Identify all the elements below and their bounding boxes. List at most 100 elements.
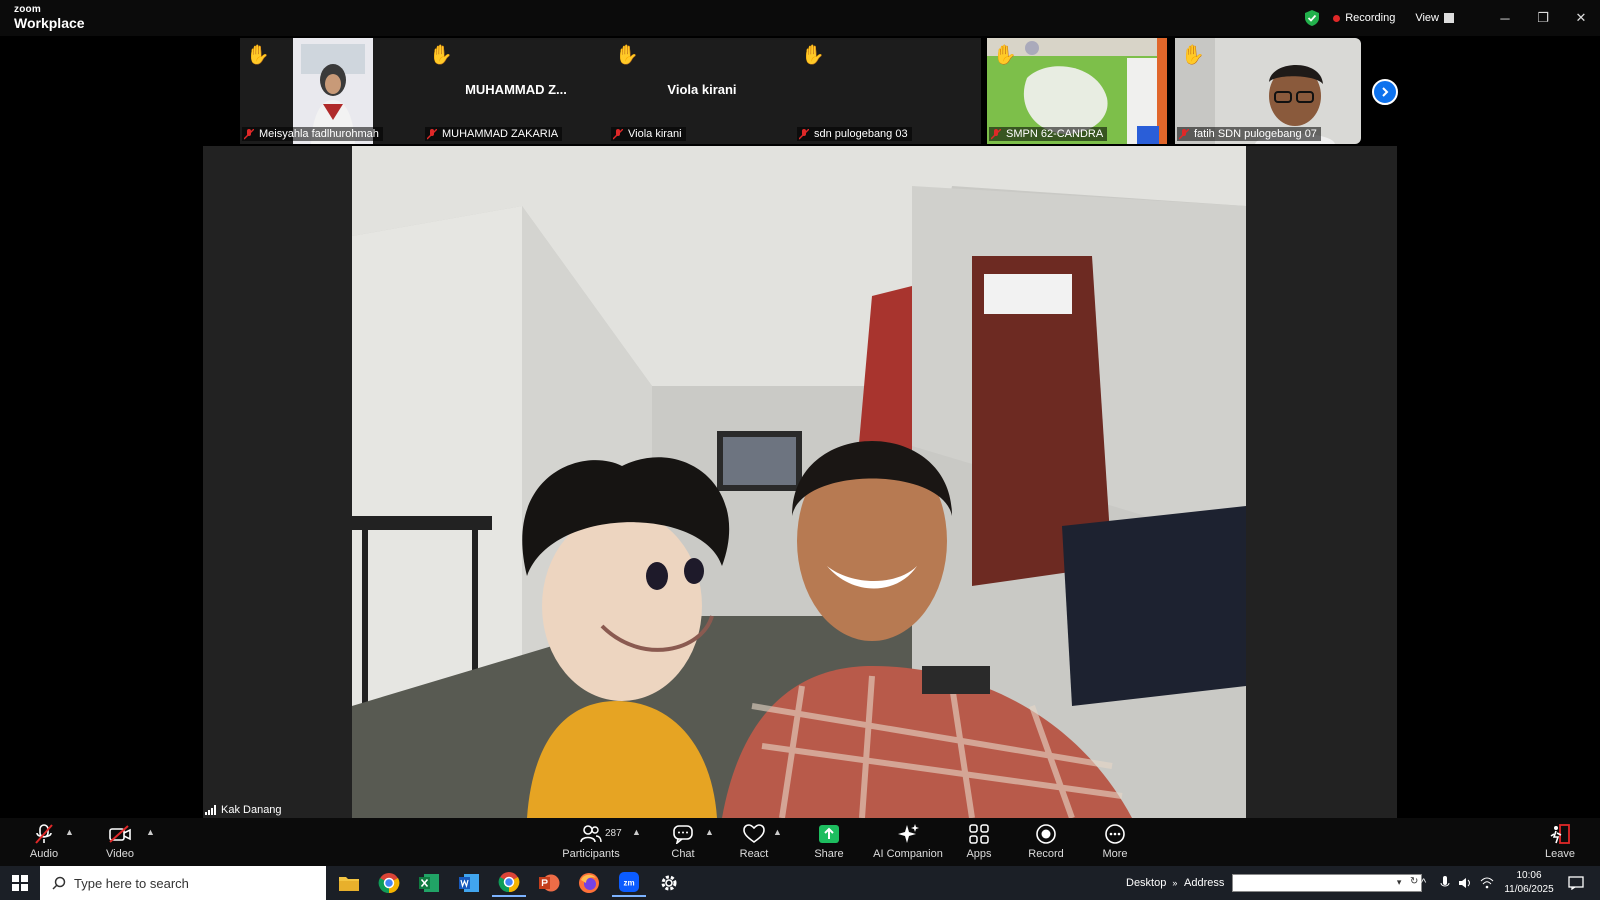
address-label: Address: [1184, 877, 1225, 889]
windows-taskbar: Type here to search zm Desktop » Address…: [0, 866, 1600, 900]
svg-text:zm: zm: [623, 879, 634, 888]
participants-options-chevron-up-icon[interactable]: ▲: [632, 827, 641, 837]
participant-tile-meisyahla[interactable]: ✋ Meisyahla fadlhurohmah: [240, 38, 426, 144]
participant-name: fatih SDN pulogebang 07: [1194, 128, 1317, 140]
address-input[interactable]: ▾ ↻: [1232, 874, 1423, 892]
next-page-chevron-right-icon[interactable]: [1372, 79, 1398, 105]
audio-options-chevron-up-icon[interactable]: ▲: [65, 827, 74, 837]
participant-tile-sdn-pulogebang-03[interactable]: ✋ sdn pulogebang 03: [795, 38, 981, 144]
participant-display-name: Viola kirani: [667, 82, 737, 97]
chat-label: Chat: [671, 848, 695, 860]
recording-indicator[interactable]: Recording: [1345, 12, 1395, 24]
audio-button[interactable]: Audio: [26, 822, 62, 864]
more-button[interactable]: More: [1100, 822, 1130, 864]
leave-label: Leave: [1545, 848, 1575, 860]
participants-count: 287: [605, 828, 622, 839]
address-dropdown-chevron-down-icon[interactable]: ▾: [1397, 877, 1402, 888]
leave-button[interactable]: Leave: [1543, 822, 1577, 864]
chat-options-chevron-up-icon[interactable]: ▲: [705, 827, 714, 837]
network-wifi-icon[interactable]: [1480, 866, 1494, 900]
microphone-tray-icon[interactable]: [1440, 866, 1450, 900]
firefox-icon[interactable]: [572, 869, 606, 897]
minimize-button[interactable]: ─: [1486, 0, 1524, 36]
raised-hand-icon: ✋: [429, 45, 453, 66]
heart-react-icon: [743, 824, 765, 843]
participant-name: Meisyahla fadlhurohmah: [259, 128, 379, 140]
address-toolbar: Address ▾ ↻: [1184, 866, 1423, 900]
logo-small-text: zoom: [14, 4, 41, 15]
participants-label: Participants: [562, 848, 620, 860]
view-button[interactable]: View: [1415, 12, 1439, 24]
video-options-chevron-up-icon[interactable]: ▲: [146, 827, 155, 837]
show-hidden-icons-chevron-up-icon[interactable]: ^: [1421, 866, 1426, 900]
start-button[interactable]: [0, 866, 40, 900]
participant-label: Meisyahla fadlhurohmah: [242, 127, 383, 141]
participant-display-name: MUHAMMAD Z...: [465, 82, 567, 97]
share-screen-icon: [819, 825, 839, 843]
close-button[interactable]: ✕: [1562, 0, 1600, 36]
active-speaker-label: Kak Danang: [205, 804, 282, 816]
mic-muted-icon: [799, 128, 809, 139]
participant-label: Viola kirani: [611, 127, 686, 141]
more-ellipsis-icon: [1105, 824, 1125, 844]
microphone-muted-icon: [35, 824, 53, 844]
mic-muted-icon: [613, 128, 623, 139]
video-label: Video: [106, 848, 134, 860]
address-go-refresh-icon[interactable]: ↻: [1410, 876, 1418, 887]
participant-name: sdn pulogebang 03: [814, 128, 908, 140]
participant-tile-smpn-62-candra[interactable]: ✋ SMPN 62-CANDRA: [987, 38, 1167, 144]
video-button[interactable]: Video: [100, 822, 140, 864]
ai-companion-button[interactable]: AI Companion: [872, 822, 944, 864]
share-button[interactable]: Share: [814, 822, 844, 864]
view-grid-icon[interactable]: [1444, 13, 1454, 23]
maximize-button[interactable]: ❐: [1524, 0, 1562, 36]
participant-label: SMPN 62-CANDRA: [989, 127, 1108, 141]
chrome-icon[interactable]: [372, 869, 406, 897]
react-options-chevron-up-icon[interactable]: ▲: [773, 827, 782, 837]
react-button[interactable]: React: [738, 822, 770, 864]
chrome-active-icon[interactable]: [492, 869, 526, 897]
recording-dot-icon: [1333, 14, 1341, 22]
mic-muted-icon: [427, 128, 437, 139]
more-label: More: [1102, 848, 1128, 860]
share-label: Share: [814, 848, 844, 860]
apps-button[interactable]: Apps: [964, 822, 994, 864]
chat-button[interactable]: Chat: [668, 822, 698, 864]
zoom-workplace-logo: zoom Workplace: [14, 4, 85, 31]
encryption-shield-icon[interactable]: [1303, 9, 1321, 27]
raised-hand-icon: ✋: [1181, 45, 1205, 66]
signal-strength-icon: [205, 805, 216, 815]
participant-tile-muhammad-zakaria[interactable]: ✋ MUHAMMAD Z... MUHAMMAD ZAKARIA: [423, 38, 609, 144]
record-icon: [1036, 824, 1056, 844]
audio-label: Audio: [29, 848, 59, 860]
participant-tile-fatih[interactable]: ✋ fatih SDN pulogebang 07: [1175, 38, 1361, 144]
search-placeholder: Type here to search: [74, 875, 189, 891]
record-label: Record: [1028, 848, 1064, 860]
raised-hand-icon: ✋: [615, 45, 639, 66]
taskbar-search-box[interactable]: Type here to search: [40, 866, 326, 900]
participant-tile-viola-kirani[interactable]: ✋ Viola kirani Viola kirani: [609, 38, 795, 144]
notification-center-icon[interactable]: [1568, 866, 1584, 900]
volume-speaker-icon[interactable]: [1458, 866, 1472, 900]
clock-date: 11/06/2025: [1504, 884, 1554, 895]
mic-muted-icon: [1179, 128, 1189, 139]
participants-icon: [580, 825, 602, 843]
word-icon[interactable]: [452, 869, 486, 897]
zoom-app-icon[interactable]: zm: [612, 869, 646, 897]
desktop-toolbar-label[interactable]: Desktop »: [1126, 866, 1177, 900]
participant-name: MUHAMMAD ZAKARIA: [442, 128, 559, 140]
meeting-toolbar: Audio ▲ Video ▲ Participants 287 ▲ Chat …: [0, 818, 1600, 866]
raised-hand-icon: ✋: [246, 45, 270, 66]
file-explorer-icon[interactable]: [332, 869, 366, 897]
system-clock[interactable]: 10:06 11/06/2025: [1498, 869, 1560, 897]
excel-icon[interactable]: [412, 869, 446, 897]
apps-label: Apps: [966, 848, 992, 860]
record-button[interactable]: Record: [1028, 822, 1064, 864]
powerpoint-icon[interactable]: [532, 869, 566, 897]
windows-logo-icon: [12, 875, 28, 891]
clock-time: 10:06: [1516, 870, 1542, 881]
participant-name: Viola kirani: [628, 128, 682, 140]
active-speaker-name: Kak Danang: [221, 804, 282, 816]
mic-muted-icon: [244, 128, 254, 139]
settings-gear-icon[interactable]: [652, 869, 686, 897]
